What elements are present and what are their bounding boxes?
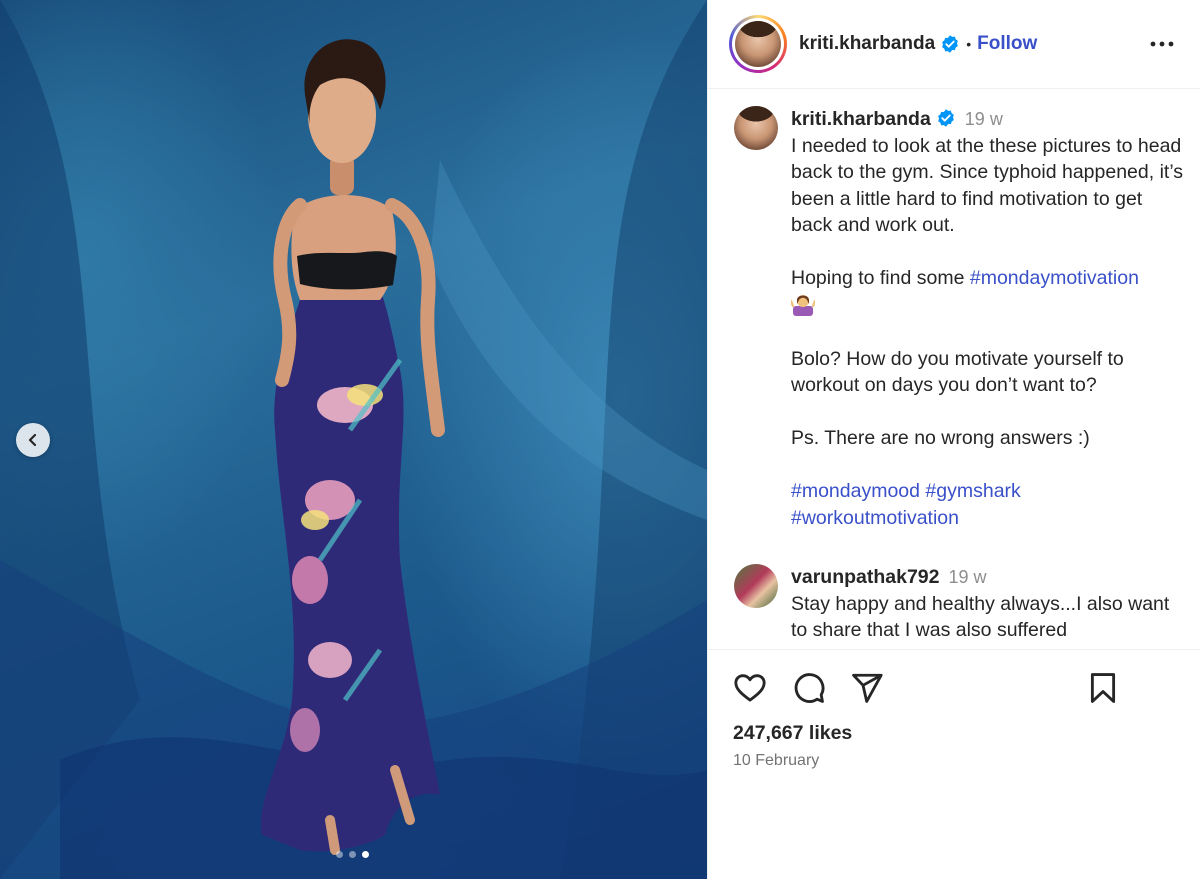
previous-slide-button[interactable] [16, 423, 50, 457]
comment-text: Stay happy and healthy always...I also w… [791, 592, 1170, 642]
post-side-panel: kriti.kharbanda • Follow kriti.kharbanda… [707, 0, 1200, 879]
comment-icon[interactable] [792, 671, 826, 705]
caption-username[interactable]: kriti.kharbanda [791, 108, 931, 130]
comment-entry: varunpathak792 19 w Stay happy and health… [734, 564, 1186, 644]
post-actions: 247,667 likes 10 February [708, 649, 1200, 879]
likes-count[interactable]: 247,667 likes [733, 722, 852, 745]
send-icon[interactable] [850, 671, 884, 705]
header-username[interactable]: kriti.kharbanda [799, 33, 935, 55]
post-media[interactable] [0, 0, 707, 879]
commenter-avatar[interactable] [734, 564, 778, 608]
post-photo [0, 0, 707, 879]
story-ring[interactable] [729, 15, 787, 73]
comment-timestamp[interactable]: 19 w [949, 567, 987, 587]
carousel-dot [336, 851, 343, 858]
carousel-indicator [336, 851, 369, 858]
hashtag-link[interactable]: #mondaymood [791, 480, 920, 502]
hashtag-link[interactable]: #gymshark [925, 480, 1020, 502]
verified-badge-icon [942, 35, 959, 53]
hashtag-link[interactable]: #workoutmotivation [791, 507, 959, 529]
post-header: kriti.kharbanda • Follow [708, 0, 1200, 89]
caption-text: Ps. There are no wrong answers :) [791, 427, 1090, 449]
carousel-dot-active [362, 851, 369, 858]
follow-button[interactable]: Follow [977, 33, 1037, 55]
avatar [735, 21, 781, 67]
post-date[interactable]: 10 February [733, 752, 819, 770]
more-options-icon[interactable] [1150, 34, 1174, 54]
verified-badge-icon [937, 109, 954, 127]
chevron-left-icon [28, 433, 37, 447]
caption-text: I needed to look at the these pictures t… [791, 134, 1184, 237]
hashtag-link[interactable]: #mondaymotivation [970, 267, 1139, 289]
caption-entry: kriti.kharbanda 19 w I needed to look at … [734, 106, 1186, 531]
heart-icon[interactable] [733, 671, 767, 705]
carousel-dot [349, 851, 356, 858]
caption-text: Bolo? How do you motivate yourself to wo… [791, 347, 1124, 397]
woman-shrugging-emoji-icon [791, 294, 815, 316]
caption-timestamp[interactable]: 19 w [965, 109, 1003, 129]
caption-text: Hoping to find some [791, 267, 970, 289]
comments-section[interactable]: kriti.kharbanda 19 w I needed to look at … [708, 89, 1200, 649]
comment-username[interactable]: varunpathak792 [791, 566, 940, 588]
caption-avatar[interactable] [734, 106, 778, 150]
separator-dot: • [966, 36, 972, 52]
bookmark-icon[interactable] [1086, 671, 1120, 705]
